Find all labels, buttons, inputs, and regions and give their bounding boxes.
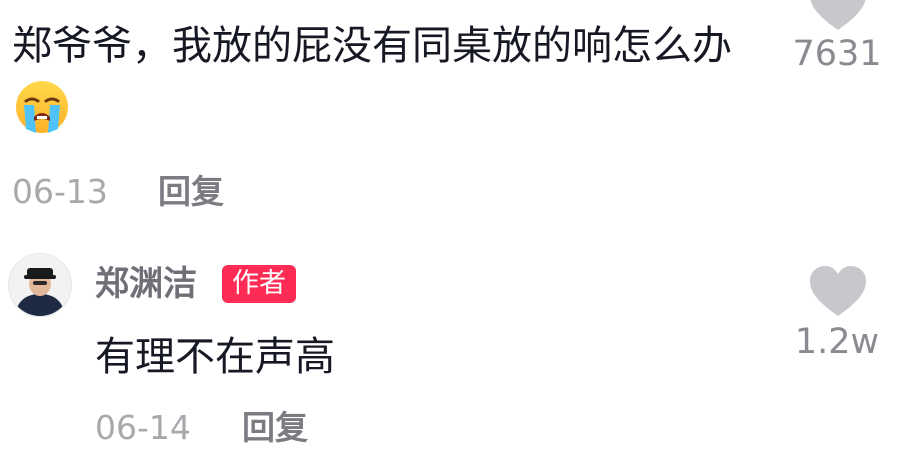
author-badge: 作者 bbox=[222, 265, 296, 303]
reply-button[interactable]: 回复 bbox=[158, 172, 224, 212]
avatar[interactable] bbox=[8, 253, 72, 317]
reply-button[interactable]: 回复 bbox=[242, 408, 308, 448]
comment-text-content: 郑爷爷，我放的屁没有同桌放的响怎么办 bbox=[12, 23, 732, 69]
like-count: 1.2w bbox=[794, 322, 880, 362]
like-count: 7631 bbox=[792, 34, 882, 74]
comment-date: 06-13 bbox=[12, 172, 108, 211]
like-heart-icon[interactable] bbox=[808, 0, 868, 32]
comment-text: 郑爷爷，我放的屁没有同桌放的响怎么办 bbox=[12, 14, 752, 142]
reply-text: 有理不在声高 bbox=[95, 334, 335, 380]
loudly-crying-face-icon bbox=[16, 81, 68, 133]
reply-date: 06-14 bbox=[95, 408, 191, 447]
author-name[interactable]: 郑渊洁 bbox=[95, 262, 197, 306]
avatar-image bbox=[9, 254, 71, 316]
like-heart-icon[interactable] bbox=[808, 264, 868, 318]
